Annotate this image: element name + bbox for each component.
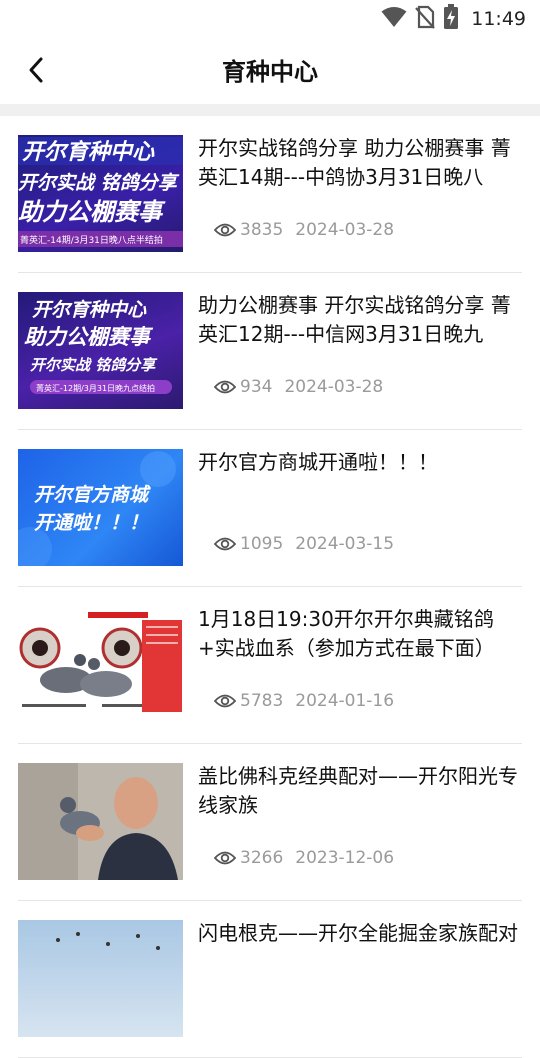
- thumb-line3: 开尔实战 铭鸽分享: [30, 356, 158, 374]
- view-count: 3266: [240, 848, 284, 868]
- header: 育种中心: [0, 36, 540, 104]
- view-count: 934: [240, 377, 273, 397]
- article-list: 开尔育种中心 开尔实战 铭鸽分享 助力公棚赛事 菁英汇-14期/3月31日晚八点…: [0, 116, 540, 1058]
- article-meta: 1095 2024-03-15: [214, 534, 394, 554]
- article-thumbnail: [18, 920, 183, 1037]
- view-count: 3835: [240, 220, 284, 240]
- thumb-line3: 助力公棚赛事: [18, 198, 166, 226]
- view-count: 5783: [240, 691, 284, 711]
- article-title[interactable]: 助力公棚赛事 开尔实战铭鸽分享 菁英汇12期---中信网3月31日晚九: [198, 291, 528, 349]
- thumb-footer: 菁英汇-14期/3月31日晚八点半结拍: [20, 234, 163, 246]
- view-count: 1095: [240, 534, 284, 554]
- thumb-line2: 开通啦！！！: [34, 512, 148, 534]
- eye-icon: [214, 223, 236, 237]
- thumb-line2: 助力公棚赛事: [24, 325, 154, 349]
- battery-charging-icon: [443, 4, 459, 34]
- article-thumbnail: 开尔育种中心 开尔实战 铭鸽分享 助力公棚赛事 菁英汇-14期/3月31日晚八点…: [18, 135, 183, 252]
- article-item[interactable]: 1月18日19:30开尔开尔典藏铭鸽+实战血系（参加方式在最下面） 5783 2…: [18, 587, 522, 744]
- wifi-icon: [381, 6, 407, 32]
- article-meta: 3266 2023-12-06: [214, 848, 394, 868]
- article-thumbnail: 开尔官方商城 开通啦！！！: [18, 449, 183, 566]
- eye-icon: [214, 694, 236, 708]
- article-thumbnail: [18, 606, 183, 723]
- article-thumbnail: [18, 763, 183, 880]
- eye-icon: [214, 851, 236, 865]
- article-title[interactable]: 闪电根克——开尔全能掘金家族配对: [198, 919, 528, 948]
- publish-date: 2024-03-28: [295, 220, 395, 240]
- article-thumbnail: 开尔育种中心 助力公棚赛事 开尔实战 铭鸽分享 菁英汇-12期/3月31日晚九点…: [18, 292, 183, 409]
- article-item[interactable]: 开尔育种中心 助力公棚赛事 开尔实战 铭鸽分享 菁英汇-12期/3月31日晚九点…: [18, 273, 522, 430]
- article-item[interactable]: 开尔育种中心 开尔实战 铭鸽分享 助力公棚赛事 菁英汇-14期/3月31日晚八点…: [18, 116, 522, 273]
- status-icons: 11:49: [381, 4, 526, 34]
- thumb-line1: 开尔育种中心: [22, 139, 155, 165]
- header-divider: [0, 104, 540, 116]
- status-time: 11:49: [471, 8, 526, 30]
- article-meta: 934 2024-03-28: [214, 377, 383, 397]
- publish-date: 2024-03-28: [284, 377, 384, 397]
- publish-date: 2024-01-16: [295, 691, 395, 711]
- thumb-footer: 菁英汇-12期/3月31日晚九点结拍: [36, 383, 155, 393]
- article-item[interactable]: 闪电根克——开尔全能掘金家族配对: [18, 901, 522, 1058]
- article-item[interactable]: 开尔官方商城 开通啦！！！ 开尔官方商城开通啦！！！ 1095 2024-03-…: [18, 430, 522, 587]
- eye-icon: [214, 380, 236, 394]
- thumb-line1: 开尔官方商城: [34, 484, 151, 506]
- publish-date: 2023-12-06: [295, 848, 395, 868]
- eye-icon: [214, 537, 236, 551]
- article-item[interactable]: 盖比佛科克经典配对——开尔阳光专线家族 3266 2023-12-06: [18, 744, 522, 901]
- article-title[interactable]: 开尔实战铭鸽分享 助力公棚赛事 菁英汇14期---中鸽协3月31日晚八: [198, 134, 528, 192]
- page-title: 育种中心: [222, 58, 318, 86]
- article-title[interactable]: 开尔官方商城开通啦！！！: [198, 448, 528, 477]
- no-sim-icon: [415, 5, 436, 33]
- article-meta: 3835 2024-03-28: [214, 220, 394, 240]
- article-meta: 5783 2024-01-16: [214, 691, 394, 711]
- thumb-line1: 开尔育种中心: [32, 299, 147, 321]
- article-title[interactable]: 盖比佛科克经典配对——开尔阳光专线家族: [198, 762, 528, 820]
- publish-date: 2024-03-15: [295, 534, 395, 554]
- status-bar: 11:49: [0, 0, 540, 36]
- thumb-line2: 开尔实战 铭鸽分享: [18, 172, 180, 194]
- article-title[interactable]: 1月18日19:30开尔开尔典藏铭鸽+实战血系（参加方式在最下面）: [198, 605, 528, 663]
